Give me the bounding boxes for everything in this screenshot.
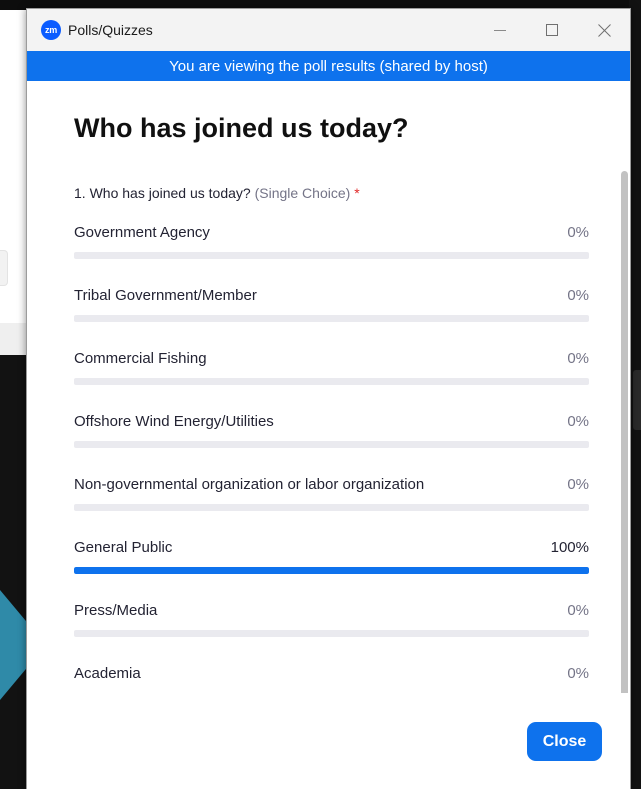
dialog-footer: Close [27, 693, 630, 789]
option-label: Government Agency [74, 224, 210, 241]
background-field [0, 250, 8, 286]
poll-results-content[interactable]: Who has joined us today? 1. Who has join… [27, 81, 630, 693]
result-bar-track [74, 252, 589, 259]
poll-option: Press/Media 0% [74, 602, 589, 665]
option-percent: 0% [567, 224, 589, 241]
option-label: Press/Media [74, 602, 158, 619]
poll-option: Non-governmental organization or labor o… [74, 476, 589, 539]
background-bar [0, 323, 26, 355]
maximize-button[interactable] [526, 9, 578, 51]
minimize-icon [494, 30, 506, 31]
poll-options: Government Agency 0% Tribal Government/M… [74, 224, 589, 693]
close-icon [597, 23, 611, 37]
shared-results-banner: You are viewing the poll results (shared… [27, 51, 630, 81]
option-percent: 0% [567, 287, 589, 304]
minimize-button[interactable] [474, 9, 526, 51]
poll-option: Commercial Fishing 0% [74, 350, 589, 413]
result-bar-track [74, 504, 589, 511]
option-percent: 0% [567, 350, 589, 367]
option-label: Offshore Wind Energy/Utilities [74, 413, 274, 430]
option-percent: 0% [567, 476, 589, 493]
window-title: Polls/Quizzes [68, 22, 153, 38]
poll-option: Tribal Government/Member 0% [74, 287, 589, 350]
result-bar-track [74, 441, 589, 448]
question-type: (Single Choice) [254, 185, 351, 201]
result-bar-track [74, 315, 589, 322]
question-line: 1. Who has joined us today? (Single Choi… [74, 185, 360, 201]
maximize-icon [546, 24, 558, 36]
poll-title: Who has joined us today? [74, 113, 409, 143]
poll-option: Government Agency 0% [74, 224, 589, 287]
option-percent: 100% [550, 539, 589, 556]
poll-option: General Public 100% [74, 539, 589, 602]
required-marker: * [354, 185, 360, 201]
close-window-button[interactable] [578, 9, 630, 51]
question-text: Who has joined us today? [89, 185, 251, 201]
question-number: 1. [74, 185, 86, 201]
result-bar-track [74, 567, 589, 574]
result-bar-track [74, 630, 589, 637]
option-label: General Public [74, 539, 173, 556]
poll-option: Academia 0% [74, 665, 589, 693]
poll-option: Offshore Wind Energy/Utilities 0% [74, 413, 589, 476]
result-bar-fill [74, 567, 589, 574]
option-percent: 0% [567, 665, 589, 682]
background-app-panel [0, 10, 26, 355]
result-bar-track [74, 378, 589, 385]
close-button[interactable]: Close [527, 722, 602, 761]
background-right-segment [633, 370, 641, 430]
zoom-app-icon: zm [41, 20, 61, 40]
option-label: Commercial Fishing [74, 350, 207, 367]
option-label: Tribal Government/Member [74, 287, 257, 304]
content-scrollbar[interactable] [621, 171, 628, 693]
polls-dialog: zm Polls/Quizzes You are viewing the pol [26, 8, 631, 789]
option-percent: 0% [567, 413, 589, 430]
title-bar[interactable]: zm Polls/Quizzes [27, 9, 630, 51]
option-label: Non-governmental organization or labor o… [74, 476, 425, 493]
option-percent: 0% [567, 602, 589, 619]
window-controls [474, 9, 630, 51]
option-label: Academia [74, 665, 141, 682]
